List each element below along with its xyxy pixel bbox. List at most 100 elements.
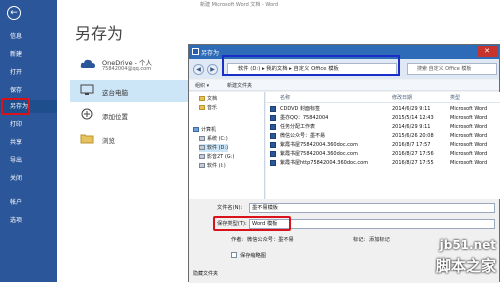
file-list: 名称 修改日期 类型 CDDVD 封面标签 2014/6/29 9:11 Micro… [266, 92, 500, 199]
file-date: 2016/8/7 17:57 [392, 142, 431, 148]
nav-item-options[interactable]: 选项 [0, 214, 57, 227]
drive-icon [199, 136, 205, 141]
column-type[interactable]: 类型 [450, 94, 460, 101]
back-arrow-icon[interactable]: ◀ [193, 64, 204, 75]
file-name: 任务分配工作表 [280, 124, 316, 130]
file-date: 2016/8/27 17:56 [392, 151, 434, 157]
tags-label: 标记: [353, 237, 366, 243]
filename-label: 文件名(N): [217, 205, 243, 211]
file-name: 墨亦QQ：75842004 [280, 115, 329, 121]
file-type: Microsoft Word [450, 133, 488, 139]
tree-item-drive-i[interactable]: 软件 (I:) [199, 162, 226, 170]
thumbnail-checkbox[interactable] [231, 252, 237, 258]
file-type: Microsoft Word [450, 115, 488, 121]
file-type: Microsoft Word [450, 151, 488, 157]
tree-item-documents[interactable]: 文档 [199, 95, 217, 103]
tree-item-computer[interactable]: 计算机 [193, 126, 216, 134]
file-row[interactable]: 紫霞书屋75842004.360doc.com 2016/8/7 17:57 Mic… [266, 141, 500, 149]
page-title: 另存为 [75, 24, 124, 43]
tree-item-drive-g[interactable]: 影音2T (G:) [199, 153, 234, 161]
search-input[interactable]: 搜索 自定义 Office 模板 [407, 63, 497, 75]
author-label: 作者: [231, 237, 244, 243]
filetype-highlight [213, 216, 291, 231]
tree-item-drive-c[interactable]: 系统 (C:) [199, 135, 228, 143]
watermark-domain: jb51.net [439, 238, 496, 252]
organize-button[interactable]: 组织 ▾ [195, 82, 209, 89]
file-row[interactable]: 紫霞书屋75842004.360doc.com 2016/8/27 17:56 Mi… [266, 150, 500, 158]
word-doc-icon [270, 115, 276, 121]
place-name: 这台电脑 [102, 89, 128, 97]
dialog-title: 另存为 [201, 50, 220, 57]
new-folder-button[interactable]: 新建文件夹 [227, 82, 252, 89]
author-value[interactable]: 微信公众号：墨不易 [247, 236, 294, 243]
place-add[interactable]: 添加位置 [70, 104, 188, 126]
nav-item-open[interactable]: 打开 [0, 66, 57, 79]
tree-label: 系统 (C:) [207, 136, 228, 142]
tree-label: 音乐 [207, 105, 218, 111]
music-folder-icon [199, 105, 205, 110]
file-name: 紫霞书屋http75842004.360doc.com [280, 160, 369, 166]
drive-icon [199, 145, 205, 150]
tree-label: 计算机 [201, 127, 217, 133]
nav-item-account[interactable]: 帐户 [0, 196, 57, 209]
word-doc-icon [270, 151, 276, 157]
place-name: 浏览 [102, 137, 115, 145]
nav-item-print[interactable]: 打印 [0, 118, 57, 131]
nav-item-new[interactable]: 新建 [0, 48, 57, 61]
file-name: 紫霞书屋75842004.360doc.com [280, 142, 358, 148]
dialog-toolbar: 组织 ▾ 新建文件夹 [189, 80, 499, 91]
filename-input[interactable]: 墨不易模板 [249, 203, 495, 213]
tree-label: 软件 (I:) [207, 163, 226, 169]
place-sub: 75842004@qq.com [102, 66, 152, 72]
tags-value[interactable]: 添加标记 [369, 236, 390, 243]
tree-label: 软件 (D:) [207, 145, 229, 151]
forward-arrow-icon[interactable]: ▶ [207, 64, 218, 75]
nav-item-export[interactable]: 导出 [0, 154, 57, 167]
hide-folders-button[interactable]: 隐藏文件夹 [193, 270, 218, 277]
address-highlight [222, 55, 400, 76]
close-button[interactable]: ✕ [477, 46, 497, 57]
tree-label: 文档 [207, 96, 218, 102]
file-row[interactable]: CDDVD 封面标签 2014/6/29 9:11 Microsoft Word [266, 105, 500, 113]
thumbnail-label: 保存缩略图 [240, 253, 266, 259]
file-row[interactable]: 任务分配工作表 2014/6/29 9:11 Microsoft Word [266, 123, 500, 131]
watermark-name: 脚本之家 [435, 257, 496, 275]
file-name: 紫霞书屋75842004.360doc.com [280, 151, 358, 157]
nav-item-save[interactable]: 保存 [0, 84, 57, 97]
file-row[interactable]: 紫霞书屋http75842004.360doc.com 2016/8/27 17:… [266, 159, 500, 167]
window-title: 新建 Microsoft Word 文档 - Word [200, 2, 279, 8]
file-row[interactable]: 墨亦QQ：75842004 2015/5/14 12:43 Microsoft Wo… [266, 114, 500, 122]
column-name[interactable]: 名称 [280, 94, 290, 101]
nav-item-close[interactable]: 关闭 [0, 172, 57, 185]
word-doc-icon [270, 142, 276, 148]
file-name: 微信公众号：墨不易 [280, 133, 326, 139]
file-type: Microsoft Word [450, 142, 488, 148]
save-as-highlight [1, 98, 30, 115]
backstage-nav: ← 信息 新建 打开 保存 另存为 打印 共享 导出 关闭 帐户 选项 [0, 0, 57, 282]
nav-item-info[interactable]: 信息 [0, 30, 57, 43]
folder-icon [199, 96, 205, 101]
nav-item-share[interactable]: 共享 [0, 136, 57, 149]
file-date: 2014/6/29 9:11 [392, 124, 431, 130]
file-type: Microsoft Word [450, 124, 488, 130]
folder-tree: 文档 音乐 计算机 系统 (C:) 软件 (D:) 影音2T (G:) 软件 (… [189, 92, 265, 199]
file-date: 2015/5/14 12:43 [392, 115, 434, 121]
folder-icon [80, 134, 94, 144]
column-date[interactable]: 修改日期 [392, 94, 412, 101]
word-doc-icon [270, 124, 276, 130]
file-row[interactable]: 微信公众号：墨不易 2015/6/26 20:08 Microsoft Word [266, 132, 500, 140]
word-doc-icon [270, 133, 276, 139]
tree-item-music[interactable]: 音乐 [199, 104, 217, 112]
word-icon [192, 48, 199, 55]
place-onedrive[interactable]: OneDrive - 个人 75842004@qq.com [70, 54, 188, 76]
place-this-pc[interactable]: 这台电脑 [70, 80, 188, 102]
drive-icon [199, 163, 205, 168]
tree-label: 影音2T (G:) [207, 154, 235, 160]
computer-icon [193, 127, 199, 132]
back-icon[interactable]: ← [7, 6, 21, 20]
cloud-icon [80, 59, 95, 68]
tree-item-drive-d[interactable]: 软件 (D:) [199, 144, 229, 152]
add-location-icon [81, 108, 93, 120]
place-browse[interactable]: 浏览 [70, 128, 188, 150]
file-date: 2016/8/27 17:55 [392, 160, 434, 166]
